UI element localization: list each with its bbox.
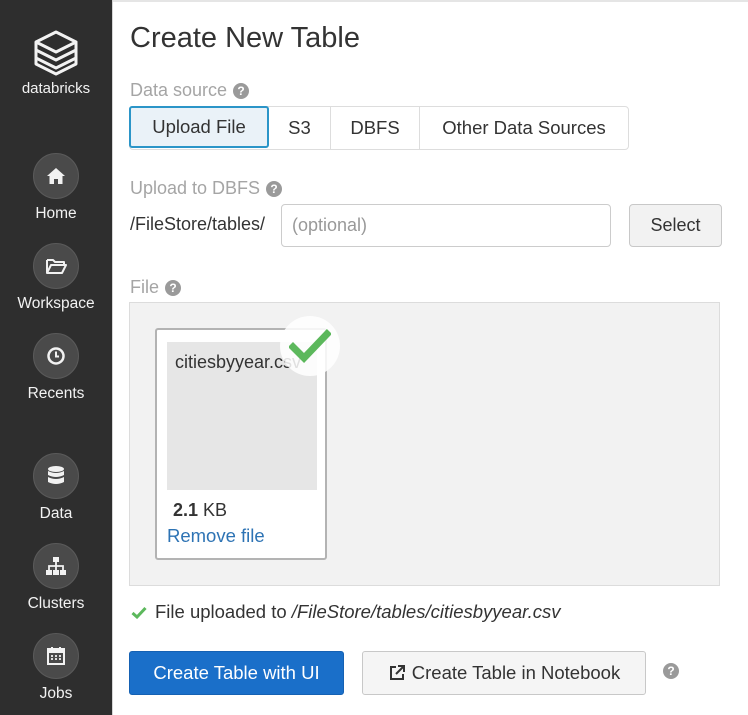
help-icon[interactable]: ? (233, 82, 250, 99)
sidebar-item-home[interactable]: Home (0, 153, 112, 223)
home-icon (33, 153, 79, 199)
external-link-icon (389, 665, 405, 680)
create-table-notebook-button[interactable]: Create Table in Notebook (362, 651, 646, 695)
create-table-notebook-label: Create Table in Notebook (411, 662, 621, 683)
data-source-label: Data source ? (130, 80, 250, 101)
data-source-label-text: Data source (130, 80, 228, 100)
help-icon[interactable]: ? (266, 180, 283, 197)
sidebar-item-label: Jobs (39, 685, 73, 702)
databricks-logo[interactable]: databricks (0, 30, 112, 97)
sidebar-item-clusters[interactable]: Clusters (0, 543, 112, 613)
sidebar-item-recents[interactable]: Recents (0, 333, 112, 403)
select-button[interactable]: Select (629, 204, 722, 247)
remove-file-link[interactable]: Remove file (167, 525, 265, 547)
sidebar-item-label: Workspace (17, 295, 95, 312)
calendar-icon (33, 633, 79, 679)
clusters-icon (33, 543, 79, 589)
sidebar: databricks Home Workspace Recents Data C… (0, 0, 112, 715)
data-source-tabs: Upload File S3 DBFS Other Data Sources (129, 106, 629, 150)
file-size-value: 2.1 (173, 500, 199, 520)
databricks-logo-icon (34, 30, 78, 76)
file-size: 2.1 KB (173, 500, 227, 521)
sidebar-item-label: Clusters (27, 595, 85, 612)
sidebar-item-workspace[interactable]: Workspace (0, 243, 112, 313)
help-icon[interactable]: ? (663, 663, 679, 679)
upload-dbfs-label: Upload to DBFS ? (130, 178, 283, 199)
sidebar-item-data[interactable]: Data (0, 453, 112, 523)
sidebar-item-label: Data (39, 505, 73, 522)
upload-dbfs-label-text: Upload to DBFS (130, 178, 261, 198)
help-icon[interactable]: ? (165, 279, 182, 296)
sidebar-item-jobs[interactable]: Jobs (0, 633, 112, 703)
upload-status-prefix: File uploaded to (155, 601, 292, 622)
sidebar-item-label: Home (35, 205, 77, 222)
folder-icon (33, 243, 79, 289)
path-prefix: /FileStore/tables/ (130, 214, 266, 234)
top-border (112, 0, 748, 2)
upload-status: File uploaded to /FileStore/tables/citie… (131, 601, 561, 623)
file-size-unit: KB (203, 500, 228, 520)
create-table-ui-button[interactable]: Create Table with UI (129, 651, 344, 695)
sidebar-divider (112, 0, 113, 715)
tab-upload-file[interactable]: Upload File (129, 106, 269, 148)
database-icon (33, 453, 79, 499)
clock-icon (33, 333, 79, 379)
file-label-text: File (130, 277, 160, 297)
tab-other-data-sources[interactable]: Other Data Sources (420, 107, 628, 149)
tab-dbfs[interactable]: DBFS (331, 107, 420, 149)
sidebar-item-label: Recents (27, 385, 85, 402)
page-title: Create New Table (130, 22, 360, 54)
path-input[interactable] (281, 204, 611, 247)
upload-success-check-icon (280, 316, 340, 376)
check-icon (131, 606, 147, 619)
tab-s3[interactable]: S3 (269, 107, 331, 149)
file-label: File ? (130, 277, 182, 298)
upload-status-path: /FileStore/tables/citiesbyyear.csv (291, 601, 561, 622)
logo-text: databricks (21, 80, 91, 97)
